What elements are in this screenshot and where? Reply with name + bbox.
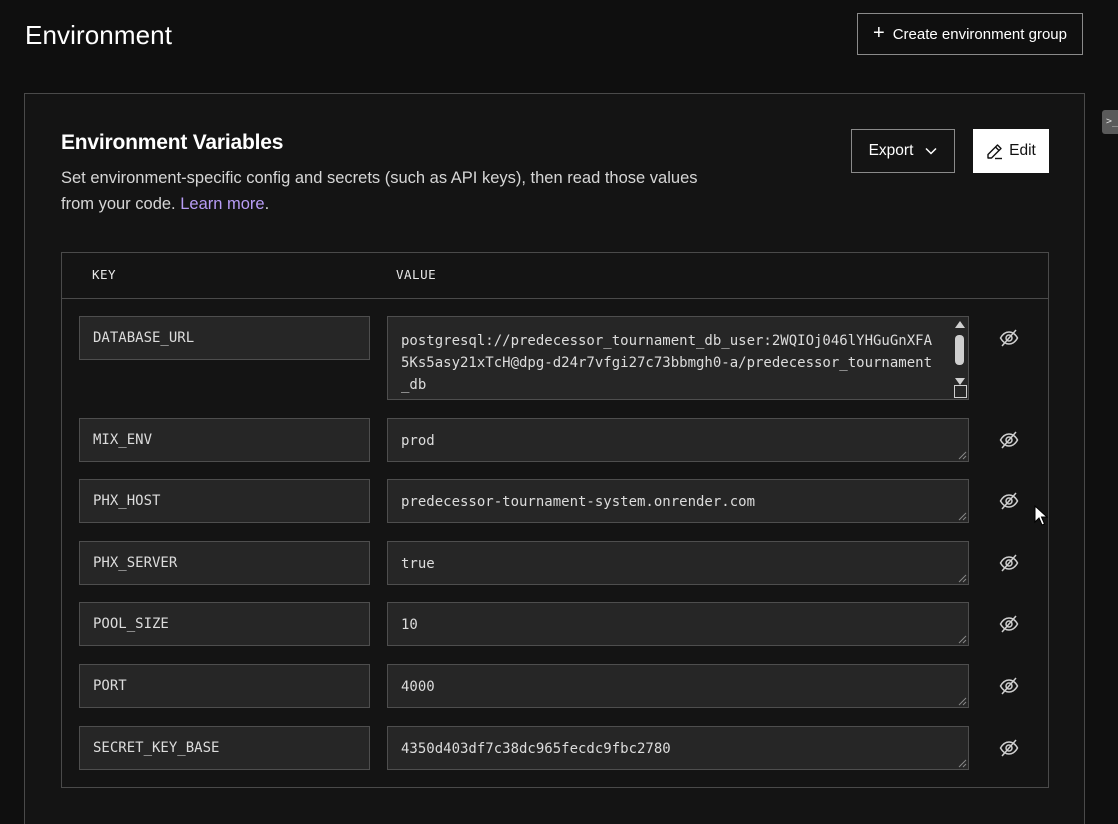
chevron-down-icon	[925, 147, 937, 155]
env-key-input[interactable]: PHX_SERVER	[79, 541, 370, 585]
env-value-text: prod	[401, 433, 435, 449]
env-key-input[interactable]: PORT	[79, 664, 370, 708]
eye-off-icon[interactable]	[998, 490, 1020, 512]
resize-handle[interactable]	[954, 385, 967, 398]
env-key-input[interactable]: PHX_HOST	[79, 479, 370, 523]
eye-off-icon[interactable]	[998, 327, 1020, 349]
env-key-input[interactable]: SECRET_KEY_BASE	[79, 726, 370, 770]
edit-button[interactable]: Edit	[973, 129, 1049, 173]
resize-handle[interactable]	[957, 511, 967, 521]
env-value-text: postgresql://predecessor_tournament_db_u…	[401, 332, 933, 393]
table-header: KEY VALUE	[62, 253, 1048, 299]
resize-handle[interactable]	[957, 696, 967, 706]
export-button[interactable]: Export	[851, 129, 955, 173]
textarea-scrollbar[interactable]	[954, 321, 965, 385]
resize-handle[interactable]	[957, 450, 967, 460]
export-label: Export	[868, 142, 914, 159]
env-value-textarea[interactable]: 4350d403df7c38dc965fecdc9fbc2780	[387, 726, 969, 770]
env-value-textarea[interactable]: prod	[387, 418, 969, 462]
side-panel-toggle[interactable]: >_	[1102, 110, 1118, 134]
create-environment-group-button[interactable]: + Create environment group	[857, 13, 1083, 55]
env-key-input[interactable]: MIX_ENV	[79, 418, 370, 462]
env-key-input[interactable]: POOL_SIZE	[79, 602, 370, 646]
section-title: Environment Variables	[61, 131, 284, 154]
env-value-textarea[interactable]: 4000	[387, 664, 969, 708]
eye-off-icon[interactable]	[998, 429, 1020, 451]
mouse-cursor-icon	[1034, 505, 1048, 526]
resize-handle[interactable]	[957, 758, 967, 768]
resize-handle[interactable]	[957, 634, 967, 644]
description-text: Set environment-specific config and secr…	[61, 169, 698, 213]
eye-off-icon[interactable]	[998, 552, 1020, 574]
env-key-input[interactable]: DATABASE_URL	[79, 316, 370, 360]
env-value-text: 4350d403df7c38dc965fecdc9fbc2780	[401, 741, 671, 757]
env-value-textarea[interactable]: 10	[387, 602, 969, 646]
page-title: Environment	[25, 20, 173, 50]
env-value-textarea[interactable]: postgresql://predecessor_tournament_db_u…	[387, 316, 969, 400]
section-description: Set environment-specific config and secr…	[61, 165, 721, 217]
create-environment-group-label: Create environment group	[892, 25, 1067, 43]
pencil-icon	[987, 143, 1003, 159]
key-column-header: KEY	[92, 267, 117, 282]
env-value-text: predecessor-tournament-system.onrender.c…	[401, 494, 756, 510]
resize-handle[interactable]	[957, 573, 967, 583]
description-end: .	[264, 195, 270, 213]
value-column-header: VALUE	[396, 267, 437, 282]
env-value-textarea[interactable]: true	[387, 541, 969, 585]
learn-more-link[interactable]: Learn more	[180, 195, 264, 213]
eye-off-icon[interactable]	[998, 613, 1020, 635]
edit-label: Edit	[1009, 142, 1036, 159]
plus-icon: +	[873, 22, 885, 44]
eye-off-icon[interactable]	[998, 675, 1020, 697]
env-value-text: true	[401, 556, 435, 572]
env-value-text: 10	[401, 617, 418, 633]
eye-off-icon[interactable]	[998, 737, 1020, 759]
env-value-textarea[interactable]: predecessor-tournament-system.onrender.c…	[387, 479, 969, 523]
env-value-text: 4000	[401, 679, 435, 695]
